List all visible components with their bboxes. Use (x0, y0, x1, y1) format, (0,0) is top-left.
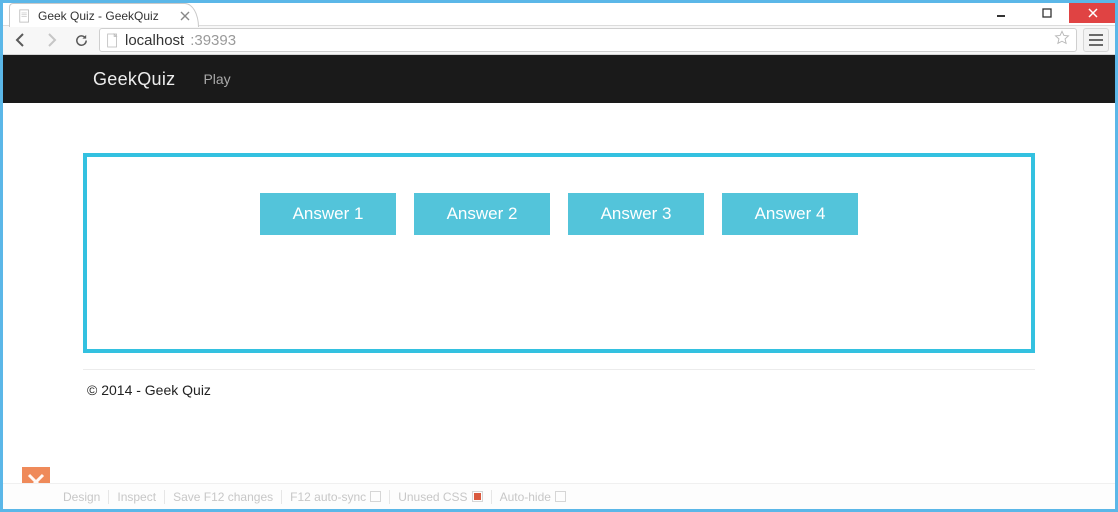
browser-tab[interactable]: Geek Quiz - GeekQuiz (9, 3, 199, 27)
answer-button-1[interactable]: Answer 1 (260, 193, 396, 235)
window-maximize-button[interactable] (1023, 3, 1069, 23)
tab-close-icon[interactable] (178, 9, 192, 23)
bookmark-star-icon[interactable] (1054, 30, 1070, 50)
browser-menu-button[interactable] (1083, 28, 1109, 52)
dev-design-button[interactable]: Design (63, 490, 100, 504)
window-minimize-button[interactable] (977, 3, 1023, 23)
footer-copyright: © 2014 - Geek Quiz (3, 382, 1115, 398)
browser-tabstrip: Geek Quiz - GeekQuiz (9, 3, 213, 27)
nav-forward-button[interactable] (39, 28, 63, 52)
page-icon (106, 33, 119, 48)
site-navbar: GeekQuiz Play (3, 55, 1115, 103)
dev-autohide-label: Auto-hide (500, 490, 551, 504)
answer-button-4[interactable]: Answer 4 (722, 193, 858, 235)
os-titlebar: Geek Quiz - GeekQuiz (3, 3, 1115, 25)
browserlink-toolbar: Design Inspect Save F12 changes F12 auto… (3, 483, 1115, 509)
dev-save-button[interactable]: Save F12 changes (173, 490, 273, 504)
dev-unused-label: Unused CSS (398, 490, 467, 504)
page-viewport: GeekQuiz Play Answer 1 Answer 2 Answer 3… (3, 55, 1115, 509)
quiz-card: Answer 1 Answer 2 Answer 3 Answer 4 (83, 153, 1035, 353)
site-brand[interactable]: GeekQuiz (93, 69, 175, 90)
answer-button-2[interactable]: Answer 2 (414, 193, 550, 235)
page-favicon-icon (18, 9, 32, 23)
window-controls (977, 3, 1115, 23)
nav-link-play[interactable]: Play (203, 71, 230, 87)
window-close-button[interactable] (1069, 3, 1115, 23)
dev-autosync-label: F12 auto-sync (290, 490, 366, 504)
nav-reload-button[interactable] (69, 28, 93, 52)
url-port: :39393 (190, 32, 236, 49)
tab-title: Geek Quiz - GeekQuiz (38, 9, 159, 23)
page-container: Answer 1 Answer 2 Answer 3 Answer 4 (3, 103, 1115, 353)
dev-inspect-button[interactable]: Inspect (117, 490, 156, 504)
answer-button-3[interactable]: Answer 3 (568, 193, 704, 235)
nav-back-button[interactable] (9, 28, 33, 52)
dev-autohide-checkbox[interactable] (555, 491, 566, 502)
address-bar[interactable]: localhost :39393 (99, 28, 1077, 52)
dev-unused-checkbox[interactable] (472, 491, 483, 502)
dev-autosync-checkbox[interactable] (370, 491, 381, 502)
app-window: Geek Quiz - GeekQuiz (3, 3, 1115, 509)
url-host: localhost (125, 32, 184, 49)
footer-separator (83, 369, 1035, 370)
browser-toolbar: localhost :39393 (3, 25, 1115, 55)
